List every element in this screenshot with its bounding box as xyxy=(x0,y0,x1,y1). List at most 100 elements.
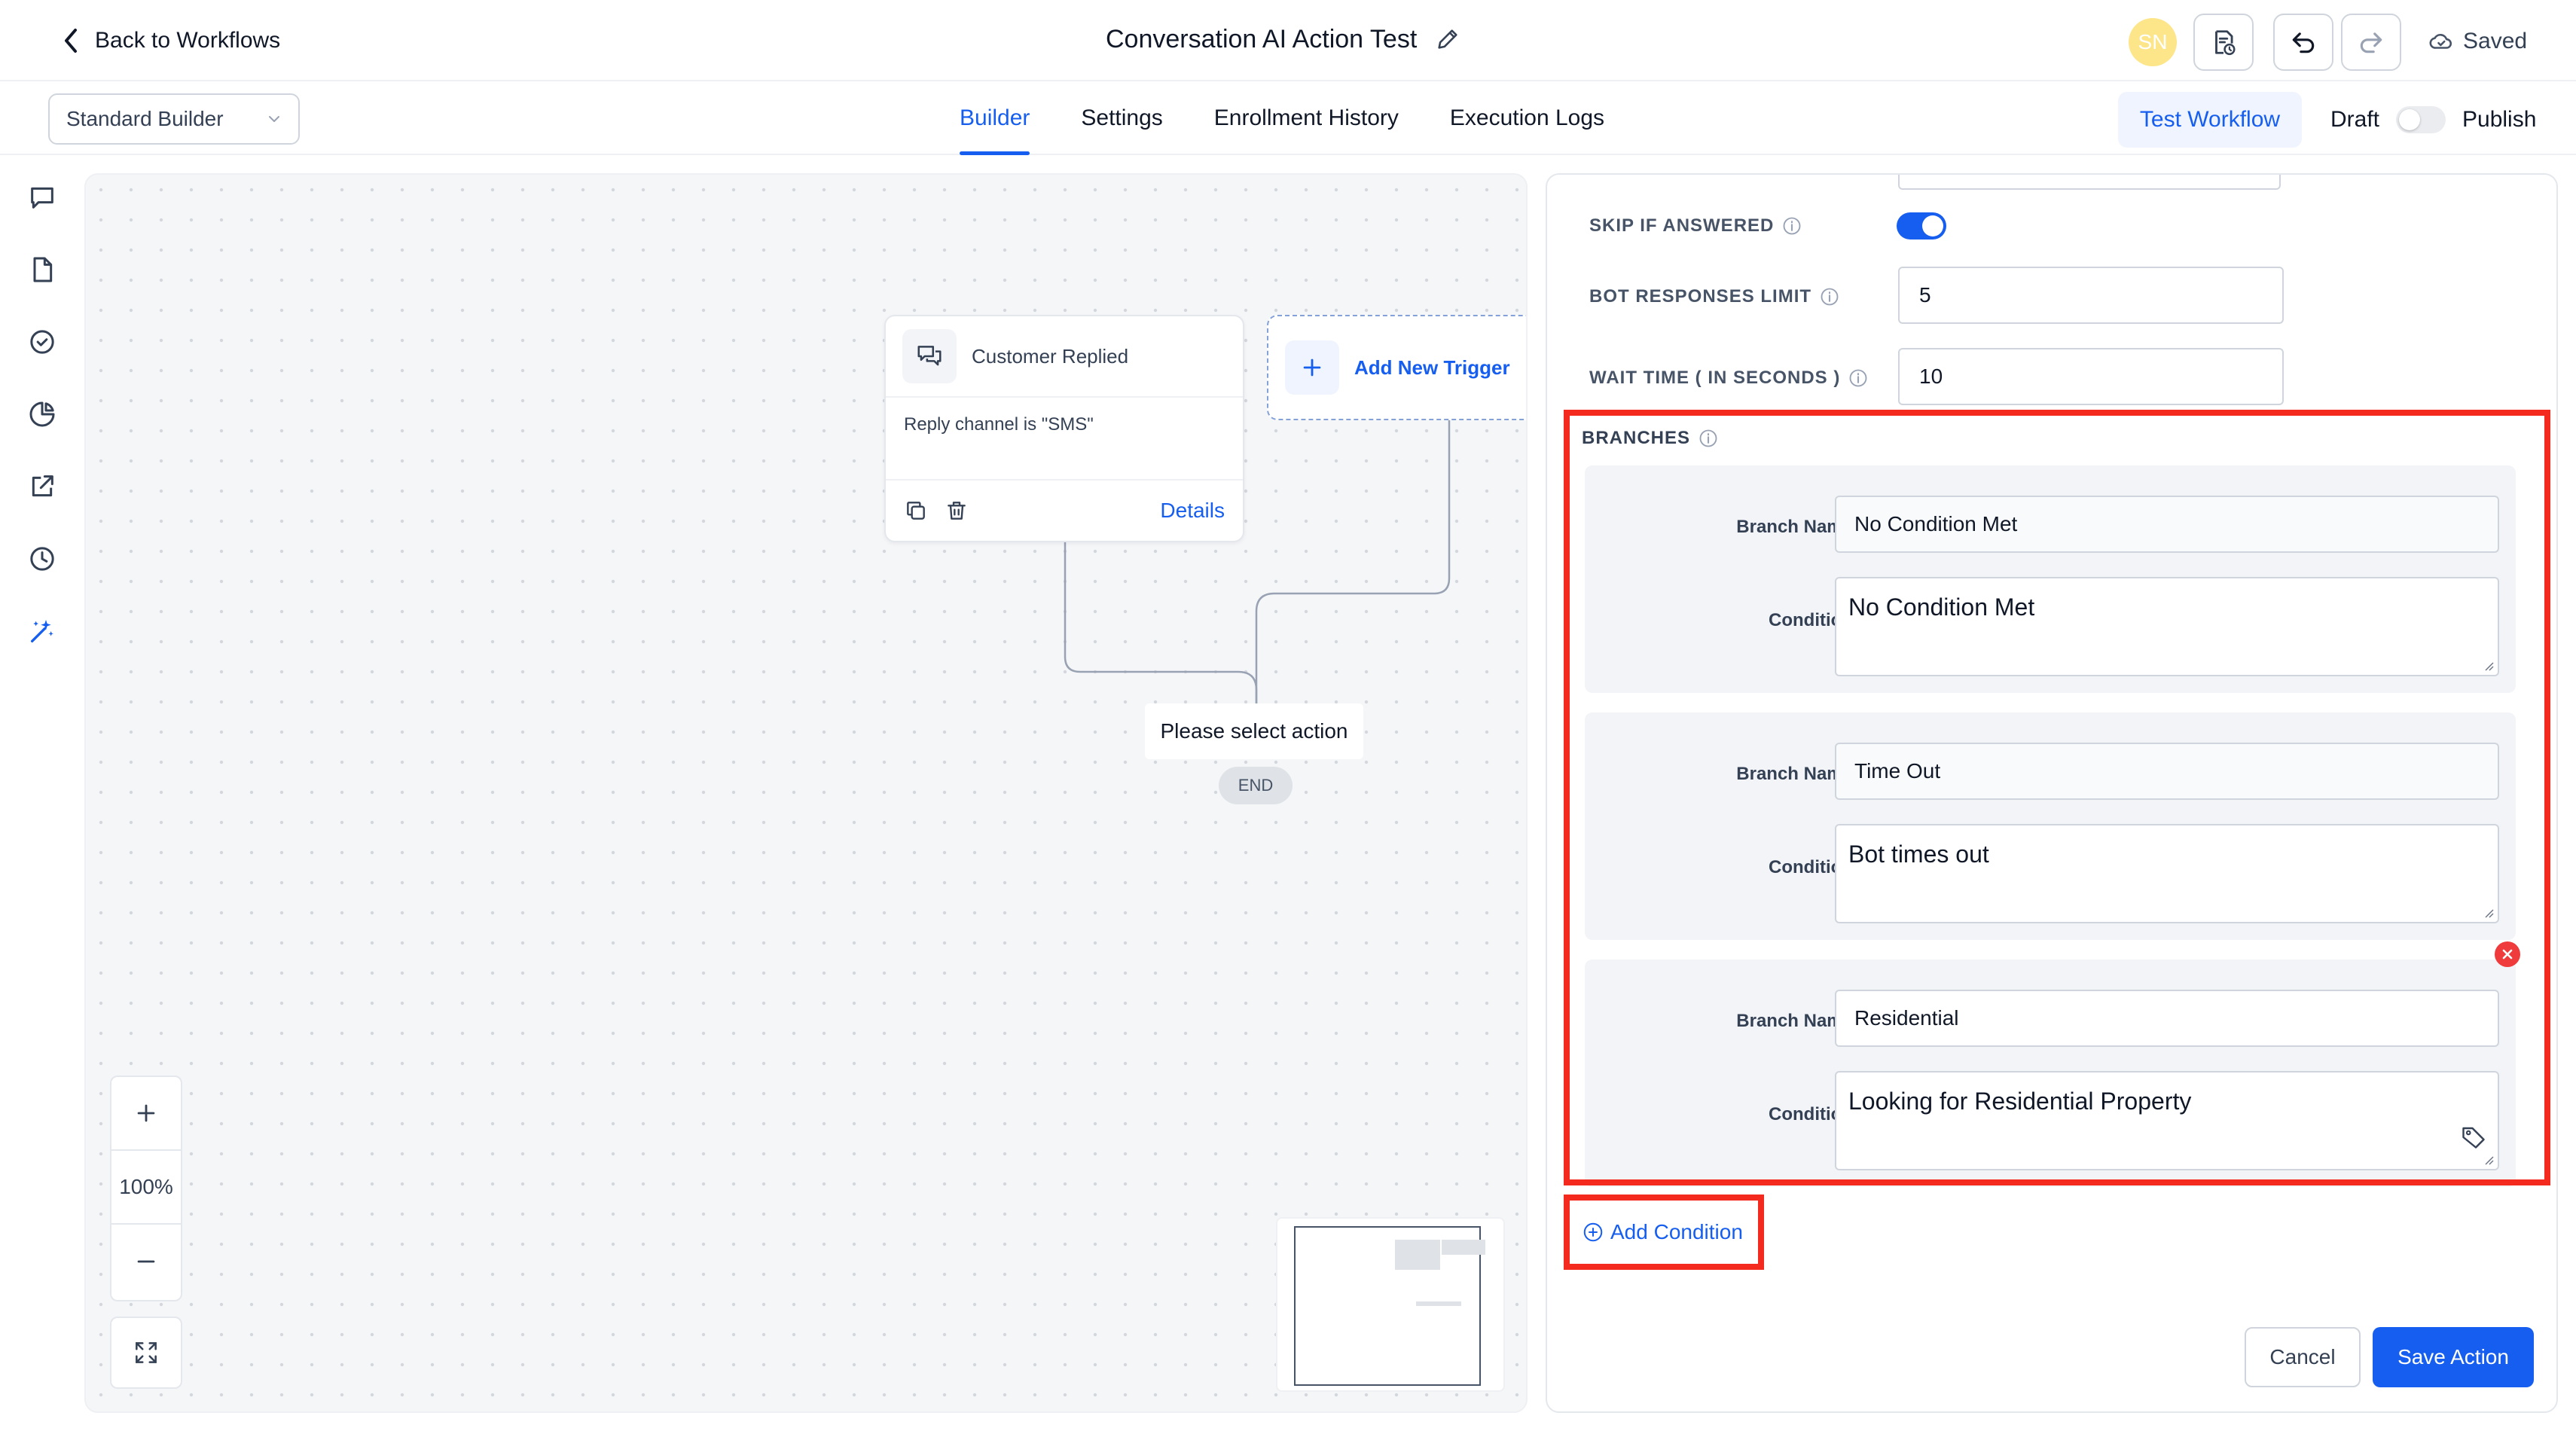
chat-icon xyxy=(31,187,53,209)
left-rail xyxy=(0,155,83,1431)
zoom-controls: 100% xyxy=(110,1076,182,1301)
condition-text: Bot times out xyxy=(1848,841,1989,868)
trigger-card-header: Customer Replied xyxy=(886,316,1243,398)
tab-enrollment-history[interactable]: Enrollment History xyxy=(1189,81,1424,155)
workflow-tabs: Builder Settings Enrollment History Exec… xyxy=(934,81,1630,155)
copy-icon[interactable] xyxy=(904,499,928,523)
bot-responses-limit-text: BOT RESPONSES LIMIT xyxy=(1589,286,1812,307)
trigger-details-link[interactable]: Details xyxy=(1160,499,1225,523)
info-icon[interactable] xyxy=(1819,286,1840,307)
skip-if-answered-toggle[interactable] xyxy=(1897,212,1946,240)
redo-button[interactable] xyxy=(2341,14,2401,71)
condition-textarea[interactable]: Bot times out xyxy=(1835,824,2499,923)
clipped-input[interactable] xyxy=(1898,175,2281,190)
ai-sparkle-icon xyxy=(31,620,53,642)
test-workflow-button[interactable]: Test Workflow xyxy=(2118,92,2302,148)
add-trigger-plus-box xyxy=(1285,340,1339,395)
chat-bubbles-icon xyxy=(917,346,942,366)
tag-icon[interactable] xyxy=(2460,1124,2487,1151)
remove-branch-button[interactable] xyxy=(2495,941,2520,967)
publish-toggle[interactable] xyxy=(2396,106,2446,133)
branch-name-label: Branch Name xyxy=(1736,517,1853,537)
sub-header: Standard Builder Builder Settings Enroll… xyxy=(0,81,2576,155)
cloud-check-icon xyxy=(2429,34,2452,49)
pie-chart-icon xyxy=(29,401,55,427)
end-node: END xyxy=(1219,767,1293,804)
rail-ai-button[interactable] xyxy=(27,616,57,646)
rail-document-button[interactable] xyxy=(27,255,57,285)
publish-toggle-group: Draft Publish xyxy=(2330,92,2536,148)
branch-name-label: Branch Name xyxy=(1736,1011,1853,1031)
select-action-node[interactable]: Please select action xyxy=(1145,703,1363,759)
clock-icon xyxy=(30,547,54,571)
version-history-button[interactable] xyxy=(2193,14,2254,71)
bot-responses-limit-input[interactable]: 5 xyxy=(1898,267,2284,324)
branch-name-input[interactable]: No Condition Met xyxy=(1835,496,2499,553)
resize-handle-icon[interactable] xyxy=(2481,1152,2495,1166)
save-action-button[interactable]: Save Action xyxy=(2373,1327,2534,1387)
workflow-title-text: Conversation AI Action Test xyxy=(1106,24,1418,53)
external-link-icon xyxy=(32,475,53,497)
plus-icon xyxy=(137,1104,155,1122)
fit-view-button[interactable] xyxy=(110,1317,182,1389)
back-to-workflows-link[interactable]: Back to Workflows xyxy=(60,26,280,56)
condition-label: Condition xyxy=(1769,857,1853,877)
cancel-button[interactable]: Cancel xyxy=(2245,1327,2361,1387)
branch-name-input[interactable]: Residential xyxy=(1835,990,2499,1047)
close-icon xyxy=(2502,949,2513,960)
plus-circle-icon xyxy=(1583,1222,1603,1242)
rail-history-button[interactable] xyxy=(27,544,57,574)
info-icon[interactable] xyxy=(1698,428,1719,449)
branch-card: Branch Name Residential Condition Lookin… xyxy=(1585,960,2516,1187)
document-history-icon xyxy=(2215,30,2236,56)
tab-builder[interactable]: Builder xyxy=(934,81,1055,155)
condition-textarea[interactable]: Looking for Residential Property xyxy=(1835,1071,2499,1170)
minimap-node xyxy=(1395,1240,1440,1270)
wait-time-label: WAIT TIME ( IN SECONDS ) xyxy=(1589,368,1869,389)
saved-label: Saved xyxy=(2463,29,2528,53)
pencil-icon[interactable] xyxy=(1435,26,1460,52)
rail-reports-button[interactable] xyxy=(27,399,57,429)
info-icon[interactable] xyxy=(1781,215,1802,236)
branch-name-label: Branch Name xyxy=(1736,764,1853,784)
resize-handle-icon[interactable] xyxy=(2481,658,2495,672)
condition-text: Looking for Residential Property xyxy=(1848,1088,2192,1115)
app-header: Back to Workflows Conversation AI Action… xyxy=(0,0,2576,81)
add-condition-label: Add Condition xyxy=(1610,1220,1743,1243)
rail-chat-button[interactable] xyxy=(27,182,57,212)
zoom-level: 100% xyxy=(111,1151,181,1225)
info-icon[interactable] xyxy=(1848,368,1869,389)
back-label: Back to Workflows xyxy=(95,28,281,53)
undo-button[interactable] xyxy=(2273,14,2333,71)
builder-mode-value: Standard Builder xyxy=(66,107,224,130)
trigger-card[interactable]: Customer Replied Reply channel is "SMS" … xyxy=(884,315,1244,542)
add-new-trigger-card[interactable]: Add New Trigger xyxy=(1267,315,1526,420)
condition-textarea[interactable]: No Condition Met xyxy=(1835,577,2499,676)
builder-mode-select[interactable]: Standard Builder xyxy=(48,93,300,145)
resize-handle-icon[interactable] xyxy=(2481,905,2495,919)
skip-if-answered-text: SKIP IF ANSWERED xyxy=(1589,215,1775,236)
tab-settings[interactable]: Settings xyxy=(1055,81,1188,155)
chevron-left-icon xyxy=(65,29,77,53)
bot-responses-limit-label: BOT RESPONSES LIMIT xyxy=(1589,286,1840,307)
zoom-out-button[interactable] xyxy=(111,1225,181,1298)
minimap-node xyxy=(1416,1301,1461,1306)
rail-tasks-button[interactable] xyxy=(27,327,57,357)
minimap[interactable] xyxy=(1276,1217,1505,1392)
add-condition-button[interactable]: Add Condition xyxy=(1582,1216,1743,1249)
user-avatar[interactable]: SN xyxy=(2129,18,2177,66)
undo-icon xyxy=(2292,32,2315,53)
trash-icon[interactable] xyxy=(945,499,969,523)
rail-external-button[interactable] xyxy=(27,471,57,502)
trigger-card-footer: Details xyxy=(886,481,1243,541)
workflow-title: Conversation AI Action Test xyxy=(1106,23,1460,56)
tab-execution-logs[interactable]: Execution Logs xyxy=(1424,81,1630,155)
minus-icon xyxy=(137,1260,155,1263)
wait-time-input[interactable]: 10 xyxy=(1898,348,2284,405)
zoom-in-button[interactable] xyxy=(111,1077,181,1151)
document-icon xyxy=(33,257,53,282)
check-circle-icon xyxy=(30,330,54,354)
workflow-canvas[interactable]: Customer Replied Reply channel is "SMS" … xyxy=(84,173,1528,1413)
branch-name-input[interactable]: Time Out xyxy=(1835,743,2499,800)
branch-card: Branch Name Time Out Condition Bot times… xyxy=(1585,712,2516,940)
